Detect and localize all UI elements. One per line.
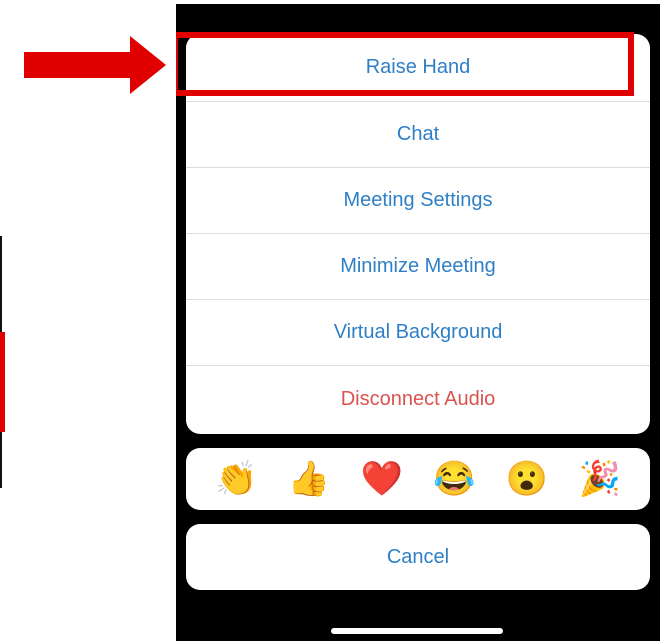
home-indicator: [331, 628, 503, 634]
thumbs-up-icon[interactable]: 👍: [288, 462, 330, 496]
clap-icon[interactable]: 👏: [215, 462, 257, 496]
edge-red-marker: [0, 332, 5, 432]
cancel-button[interactable]: Cancel: [186, 524, 650, 590]
meeting-settings-button[interactable]: Meeting Settings: [186, 168, 650, 234]
surprised-face-icon[interactable]: 😮: [506, 462, 548, 496]
chat-button[interactable]: Chat: [186, 102, 650, 168]
action-sheet: Raise Hand Chat Meeting Settings Minimiz…: [186, 34, 650, 434]
party-popper-icon[interactable]: 🎉: [578, 462, 620, 496]
heart-icon[interactable]: ❤️: [360, 462, 402, 496]
raise-hand-button[interactable]: Raise Hand: [186, 34, 650, 102]
reaction-bar: 👏 👍 ❤️ 😂 😮 🎉: [186, 448, 650, 510]
phone-screen: Raise Hand Chat Meeting Settings Minimiz…: [176, 4, 660, 641]
arrow-right-icon: [24, 36, 166, 94]
virtual-background-button[interactable]: Virtual Background: [186, 300, 650, 366]
disconnect-audio-button[interactable]: Disconnect Audio: [186, 366, 650, 432]
edge-divider-bottom: [0, 432, 2, 488]
edge-divider-top: [0, 236, 2, 332]
screenshot-stage: Raise Hand Chat Meeting Settings Minimiz…: [0, 0, 667, 641]
minimize-meeting-button[interactable]: Minimize Meeting: [186, 234, 650, 300]
laughing-face-icon[interactable]: 😂: [433, 462, 475, 496]
